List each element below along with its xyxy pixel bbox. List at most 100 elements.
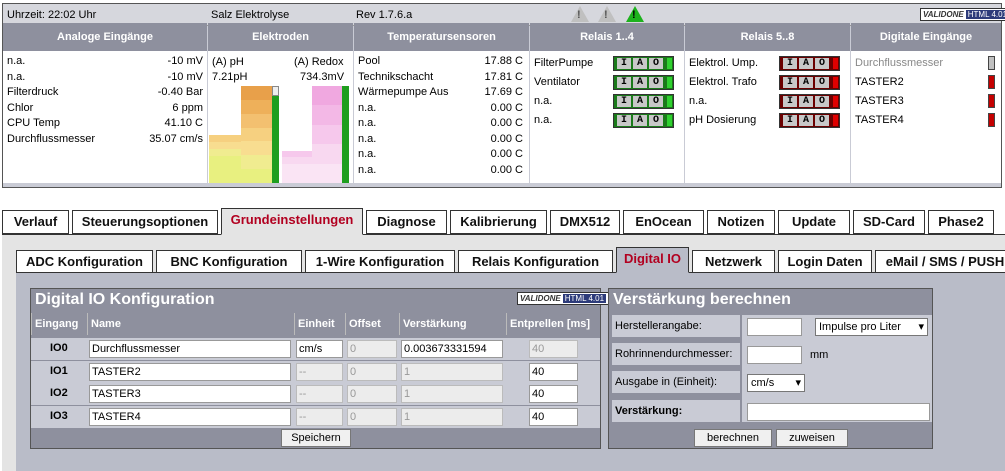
io-debounce-input[interactable]: 40 bbox=[529, 340, 578, 358]
tab-steuerungsoptionen[interactable]: Steuerungsoptionen bbox=[72, 210, 218, 234]
warning-icon[interactable] bbox=[598, 6, 616, 22]
relay-auto-button[interactable]: A bbox=[799, 96, 813, 107]
temp-label: n.a. bbox=[358, 101, 377, 114]
manufacturer-unit-select[interactable]: Impulse pro Liter bbox=[815, 318, 928, 336]
relay-auto-button[interactable]: A bbox=[633, 115, 647, 126]
analog-label: n.a. bbox=[7, 70, 26, 83]
relay-off-button[interactable]: O bbox=[649, 115, 663, 126]
tab-notizen[interactable]: Notizen bbox=[707, 210, 775, 234]
io-unit-input[interactable]: cm/s bbox=[296, 340, 343, 358]
io-offset-input[interactable]: 0 bbox=[347, 385, 397, 403]
io-gain-input[interactable]: 1 bbox=[401, 407, 503, 426]
relay-on-button[interactable]: I bbox=[617, 96, 631, 107]
relay-off-button[interactable]: O bbox=[815, 77, 829, 88]
subtab-digital-io[interactable]: Digital IO bbox=[616, 247, 689, 273]
io-id: IO3 bbox=[50, 409, 68, 422]
tab-enocean[interactable]: EnOcean bbox=[623, 210, 704, 234]
ph-bar-segment bbox=[241, 141, 273, 156]
subtab-1-wire-konfiguration[interactable]: 1-Wire Konfiguration bbox=[305, 250, 455, 273]
relay-iao-switch[interactable]: IAO bbox=[613, 56, 674, 71]
relay-auto-button[interactable]: A bbox=[799, 115, 813, 126]
assign-button[interactable]: zuweisen bbox=[776, 429, 848, 447]
gain-result-input[interactable] bbox=[747, 403, 930, 421]
save-button[interactable]: Speichern bbox=[281, 429, 351, 447]
relay-off-button[interactable]: O bbox=[815, 115, 829, 126]
relay-auto-button[interactable]: A bbox=[799, 77, 813, 88]
relay-off-button[interactable]: O bbox=[649, 58, 663, 69]
io-offset-input[interactable]: 0 bbox=[347, 340, 397, 358]
manufacturer-input[interactable] bbox=[747, 318, 802, 336]
relay-iao-switch[interactable]: IAO bbox=[613, 94, 674, 109]
io-name-input[interactable]: TASTER2 bbox=[89, 362, 291, 381]
relay-on-button[interactable]: I bbox=[783, 96, 797, 107]
temps-header: Temperatursensoren bbox=[354, 23, 529, 51]
relay-on-button[interactable]: I bbox=[617, 77, 631, 88]
subtab-email-sms-push[interactable]: eMail / SMS / PUSH bbox=[875, 250, 1005, 273]
html-validator-badge[interactable]: VALIDONE HTML 4.01 bbox=[517, 292, 610, 305]
relay-iao-switch[interactable]: IAO bbox=[779, 113, 840, 128]
io-unit-input[interactable]: -- bbox=[296, 385, 343, 403]
relay-state-indicator bbox=[833, 77, 838, 88]
digital-input-label: Durchflussmesser bbox=[855, 57, 944, 69]
relay-off-button[interactable]: O bbox=[649, 77, 663, 88]
digital-inputs-panel: Durchflussmesser TASTER2 TASTER3 TASTER4 bbox=[851, 51, 1001, 183]
io-name-input[interactable]: TASTER3 bbox=[89, 385, 291, 403]
output-unit-select[interactable]: cm/s bbox=[747, 374, 805, 392]
relay-off-button[interactable]: O bbox=[815, 58, 829, 69]
tab-update[interactable]: Update bbox=[778, 210, 850, 234]
io-gain-input[interactable]: 1 bbox=[401, 362, 503, 381]
pipe-diameter-input[interactable] bbox=[747, 346, 802, 364]
tab-dmx512[interactable]: DMX512 bbox=[550, 210, 620, 234]
ph-bar-segment bbox=[209, 135, 241, 142]
temp-label: n.a. bbox=[358, 117, 377, 129]
subtab-netzwerk[interactable]: Netzwerk bbox=[692, 250, 775, 273]
relay-iao-switch[interactable]: IAO bbox=[779, 94, 840, 109]
relay-auto-button[interactable]: A bbox=[633, 77, 647, 88]
tab-kalibrierung[interactable]: Kalibrierung bbox=[450, 210, 547, 234]
subtab-relais-konfiguration[interactable]: Relais Konfiguration bbox=[458, 250, 613, 273]
io-unit-input[interactable]: -- bbox=[296, 362, 343, 381]
analog-label: Durchflussmesser bbox=[7, 132, 96, 145]
io-unit-input[interactable]: -- bbox=[296, 407, 343, 426]
tab-sd-card[interactable]: SD-Card bbox=[853, 210, 925, 234]
io-offset-input[interactable]: 0 bbox=[347, 407, 397, 426]
relay-auto-button[interactable]: A bbox=[633, 58, 647, 69]
tab-grundeinstellungen[interactable]: Grundeinstellungen bbox=[221, 208, 363, 235]
pipe-diameter-label: Rohrinnendurchmesser: bbox=[612, 343, 740, 365]
io-debounce-input[interactable]: 40 bbox=[529, 385, 578, 403]
html-validator-badge[interactable]: VALIDONE HTML 4.01 bbox=[920, 8, 1005, 21]
io-debounce-input[interactable]: 40 bbox=[529, 407, 578, 426]
relay-auto-button[interactable]: A bbox=[799, 58, 813, 69]
io-debounce-input[interactable]: 40 bbox=[529, 362, 578, 381]
relay-iao-switch[interactable]: IAO bbox=[779, 56, 840, 71]
tab-phase2[interactable]: Phase2 bbox=[928, 210, 994, 234]
relay-on-button[interactable]: I bbox=[783, 58, 797, 69]
io-name-input[interactable]: TASTER4 bbox=[89, 407, 291, 426]
relay-off-button[interactable]: O bbox=[815, 96, 829, 107]
relay-on-button[interactable]: I bbox=[617, 115, 631, 126]
relay-auto-button[interactable]: A bbox=[633, 96, 647, 107]
relay-on-button[interactable]: I bbox=[783, 77, 797, 88]
warning-icon[interactable] bbox=[571, 6, 589, 22]
io-gain-input[interactable]: 0.003673331594 bbox=[401, 340, 503, 358]
subtab-bnc-konfiguration[interactable]: BNC Konfiguration bbox=[156, 250, 302, 273]
warning-active-icon[interactable] bbox=[626, 6, 644, 22]
subtab-adc-konfiguration[interactable]: ADC Konfiguration bbox=[16, 250, 153, 273]
redox-bar-segment bbox=[312, 105, 342, 125]
io-name-input[interactable]: Durchflussmesser bbox=[89, 340, 291, 358]
relay-off-button[interactable]: O bbox=[649, 96, 663, 107]
subtab-login-daten[interactable]: Login Daten bbox=[778, 250, 872, 273]
relay-iao-switch[interactable]: IAO bbox=[613, 113, 674, 128]
calculate-button[interactable]: berechnen bbox=[694, 429, 772, 447]
io-offset-input[interactable]: 0 bbox=[347, 362, 397, 381]
relay-iao-switch[interactable]: IAO bbox=[779, 75, 840, 90]
relay-iao-switch[interactable]: IAO bbox=[613, 75, 674, 90]
relay-on-button[interactable]: I bbox=[783, 115, 797, 126]
analog-value: -0.40 Bar bbox=[157, 86, 203, 98]
electrodes-header: Elektroden bbox=[208, 23, 353, 51]
analog-value: 6 ppm bbox=[172, 101, 203, 114]
tab-verlauf[interactable]: Verlauf bbox=[2, 210, 69, 234]
relay-on-button[interactable]: I bbox=[617, 58, 631, 69]
tab-diagnose[interactable]: Diagnose bbox=[366, 210, 447, 234]
io-gain-input[interactable]: 1 bbox=[401, 385, 503, 403]
